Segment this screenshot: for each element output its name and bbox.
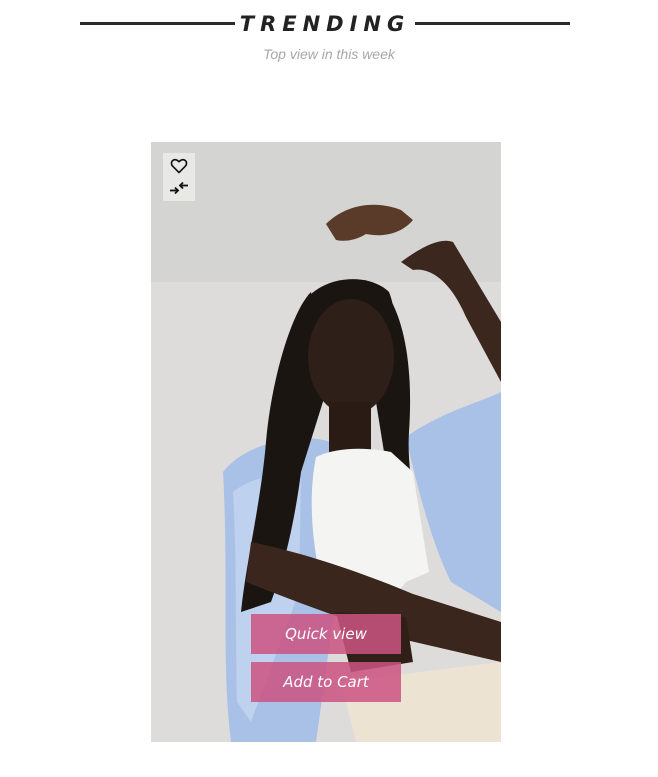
page: TRENDING Top view in this week Quick vie… [0, 0, 658, 777]
section-subtitle: Top view in this week [263, 46, 395, 62]
add-to-cart-button[interactable]: Add to Cart [251, 662, 401, 702]
section-header: TRENDING Top view in this week [0, 0, 658, 70]
product-action-strip [163, 153, 195, 201]
section-title: TRENDING [239, 12, 411, 36]
product-card[interactable]: Quick view Add to Cart [151, 142, 501, 742]
heart-icon[interactable] [168, 157, 190, 175]
quick-view-button[interactable]: Quick view [251, 614, 401, 654]
compare-arrows-icon[interactable] [168, 179, 190, 197]
title-divider-right [415, 22, 570, 25]
title-divider-left [80, 22, 235, 25]
